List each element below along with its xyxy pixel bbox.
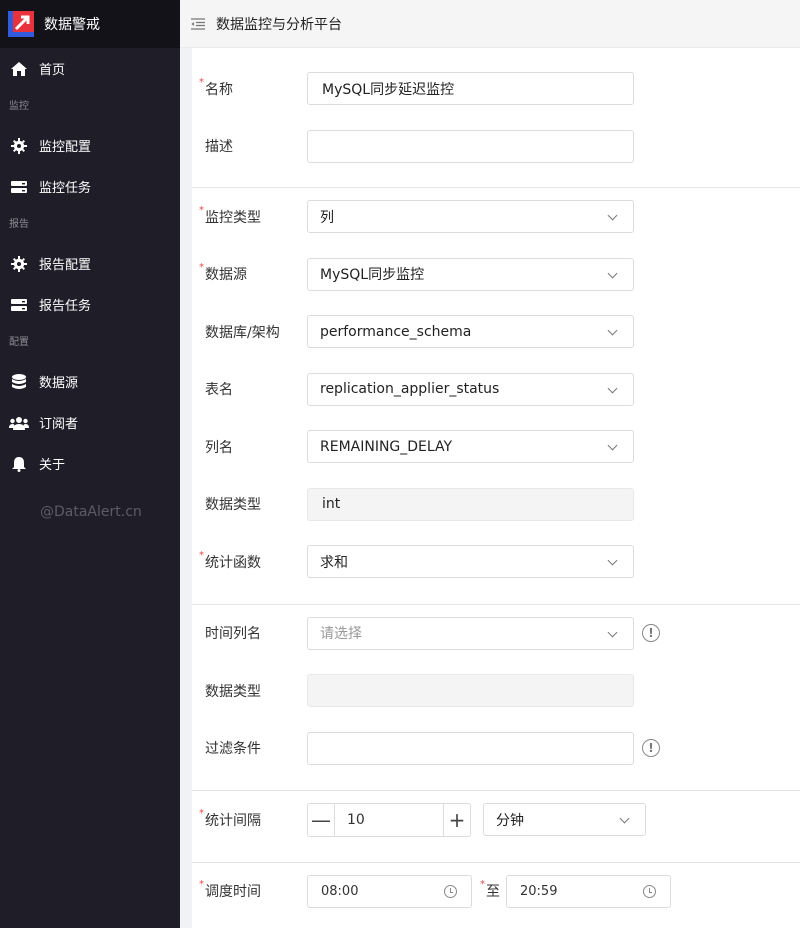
sidebar-item-label: 数据源	[39, 376, 79, 391]
end-time-picker[interactable]: 20:59	[506, 874, 671, 908]
datasource-row: * 数据源 MySQL同步监控	[192, 246, 800, 304]
sidebar-group-report: 报告	[9, 219, 29, 230]
app-title: 数据警戒	[44, 17, 100, 33]
sidebar-item-label: 监控配置	[39, 140, 92, 155]
data-type-label: 数据类型	[205, 497, 261, 514]
sidebar-item-label: 报告配置	[39, 258, 92, 273]
decrement-button[interactable]: —	[308, 804, 334, 836]
time-col-row: 时间列名 请选择 !	[192, 605, 800, 663]
clock-icon	[444, 884, 457, 898]
info-icon[interactable]: !	[642, 739, 660, 758]
desc-input[interactable]	[307, 129, 634, 163]
sidebar: 数据警戒 首页 监控 监控配置 监控任务 报告 报告配置 报告任务 配置 数据源…	[0, 0, 180, 928]
increment-button[interactable]: +	[444, 804, 470, 836]
basic-section: * 名称 MySQL同步延迟监控 描述	[192, 48, 800, 188]
logo-bar: 数据警戒	[0, 0, 180, 48]
server-icon	[9, 177, 29, 197]
time-data-type-row: 数据类型	[192, 662, 800, 720]
sidebar-item-label: 关于	[39, 458, 66, 473]
table-label: 表名	[205, 382, 233, 399]
header: 数据监控与分析平台	[180, 0, 800, 48]
agg-select[interactable]: 求和	[307, 545, 634, 579]
gear-icon	[9, 136, 29, 156]
sidebar-item-datasource[interactable]: 数据源	[0, 361, 180, 402]
sidebar-item-label: 首页	[39, 63, 66, 78]
start-time-value: 08:00	[321, 883, 359, 899]
sidebar-item-label: 订阅者	[39, 417, 79, 432]
end-time-value: 20:59	[520, 883, 558, 899]
interval-row: * 统计间隔 — 10 + 分钟	[192, 791, 800, 849]
desc-label: 描述	[205, 139, 233, 156]
data-type-row: 数据类型 int	[192, 476, 800, 534]
app-logo-icon	[8, 11, 34, 37]
home-icon	[9, 59, 29, 79]
watermark: @DataAlert.cn	[40, 504, 142, 520]
filter-label: 过滤条件	[205, 741, 261, 758]
datasource-label: * 数据源	[199, 262, 247, 284]
desc-row: 描述	[192, 118, 800, 176]
column-row: 列名 REMAINING_DELAY	[192, 418, 800, 476]
sidebar-item-home[interactable]: 首页	[0, 48, 180, 89]
start-time-picker[interactable]: 08:00	[307, 874, 472, 908]
page-title: 数据监控与分析平台	[216, 16, 342, 33]
interval-unit-select[interactable]: 分钟	[483, 803, 646, 837]
sidebar-item-report-config[interactable]: 报告配置	[0, 243, 180, 284]
interval-stepper: — 10 +	[307, 802, 471, 837]
data-type-field: int	[307, 487, 634, 521]
interval-section: * 统计间隔 — 10 + 分钟	[192, 791, 800, 863]
filter-row: 过滤条件 !	[192, 720, 800, 778]
sidebar-group-monitor: 监控	[9, 101, 29, 112]
column-label: 列名	[205, 439, 233, 456]
time-data-type-label: 数据类型	[205, 683, 261, 700]
interval-value-input[interactable]: 10	[334, 803, 444, 836]
schedule-label: * 调度时间	[199, 879, 261, 901]
agg-label: * 统计函数	[199, 549, 261, 571]
schema-row: 数据库/架构 performance_schema	[192, 303, 800, 361]
schema-label: 数据库/架构	[205, 324, 280, 341]
name-label: * 名称	[199, 76, 233, 98]
range-separator: * 至	[480, 879, 500, 901]
sidebar-item-report-task[interactable]: 报告任务	[0, 284, 180, 325]
sidebar-item-subscribers[interactable]: 订阅者	[0, 402, 180, 443]
time-data-type-field	[307, 674, 634, 708]
time-col-label: 时间列名	[205, 626, 261, 643]
schedule-section: * 调度时间 08:00 * 至 20:59	[192, 863, 800, 921]
form-panel: * 名称 MySQL同步延迟监控 描述 * 监控类型 列 * 数据源 MySQL同步监…	[192, 48, 800, 928]
monitor-type-select[interactable]: 列	[307, 200, 634, 234]
table-select[interactable]: replication_applier_status	[307, 372, 634, 406]
column-select[interactable]: REMAINING_DELAY	[307, 430, 634, 464]
schedule-row: * 调度时间 08:00 * 至 20:59	[192, 863, 800, 921]
datasource-select[interactable]: MySQL同步监控	[307, 257, 634, 291]
monitor-type-row: * 监控类型 列	[192, 188, 800, 246]
monitor-type-label: * 监控类型	[199, 204, 261, 226]
source-section: * 监控类型 列 * 数据源 MySQL同步监控 数据库/架构 performanc…	[192, 188, 800, 605]
users-icon	[9, 413, 29, 433]
bell-icon	[9, 454, 29, 474]
menu-collapse-icon[interactable]	[190, 16, 206, 32]
sidebar-item-label: 监控任务	[39, 181, 92, 196]
time-section: 时间列名 请选择 ! 数据类型 过滤条件 !	[192, 605, 800, 791]
info-icon[interactable]: !	[642, 624, 660, 643]
sidebar-item-monitor-task[interactable]: 监控任务	[0, 166, 180, 207]
agg-row: * 统计函数 求和	[192, 533, 800, 591]
clock-icon	[643, 884, 656, 898]
sidebar-item-monitor-config[interactable]: 监控配置	[0, 125, 180, 166]
table-row: 表名 replication_applier_status	[192, 361, 800, 419]
sidebar-group-config: 配置	[9, 337, 29, 348]
name-row: * 名称 MySQL同步延迟监控	[192, 60, 800, 118]
sidebar-item-about[interactable]: 关于	[0, 443, 180, 484]
time-col-select[interactable]: 请选择	[307, 616, 634, 650]
name-input[interactable]: MySQL同步延迟监控	[307, 72, 634, 106]
sidebar-item-label: 报告任务	[39, 299, 92, 314]
schema-select[interactable]: performance_schema	[307, 315, 634, 349]
gear-icon	[9, 254, 29, 274]
filter-input[interactable]	[307, 731, 634, 765]
server-icon	[9, 295, 29, 315]
database-icon	[9, 372, 29, 392]
interval-label: * 统计间隔	[199, 807, 261, 829]
